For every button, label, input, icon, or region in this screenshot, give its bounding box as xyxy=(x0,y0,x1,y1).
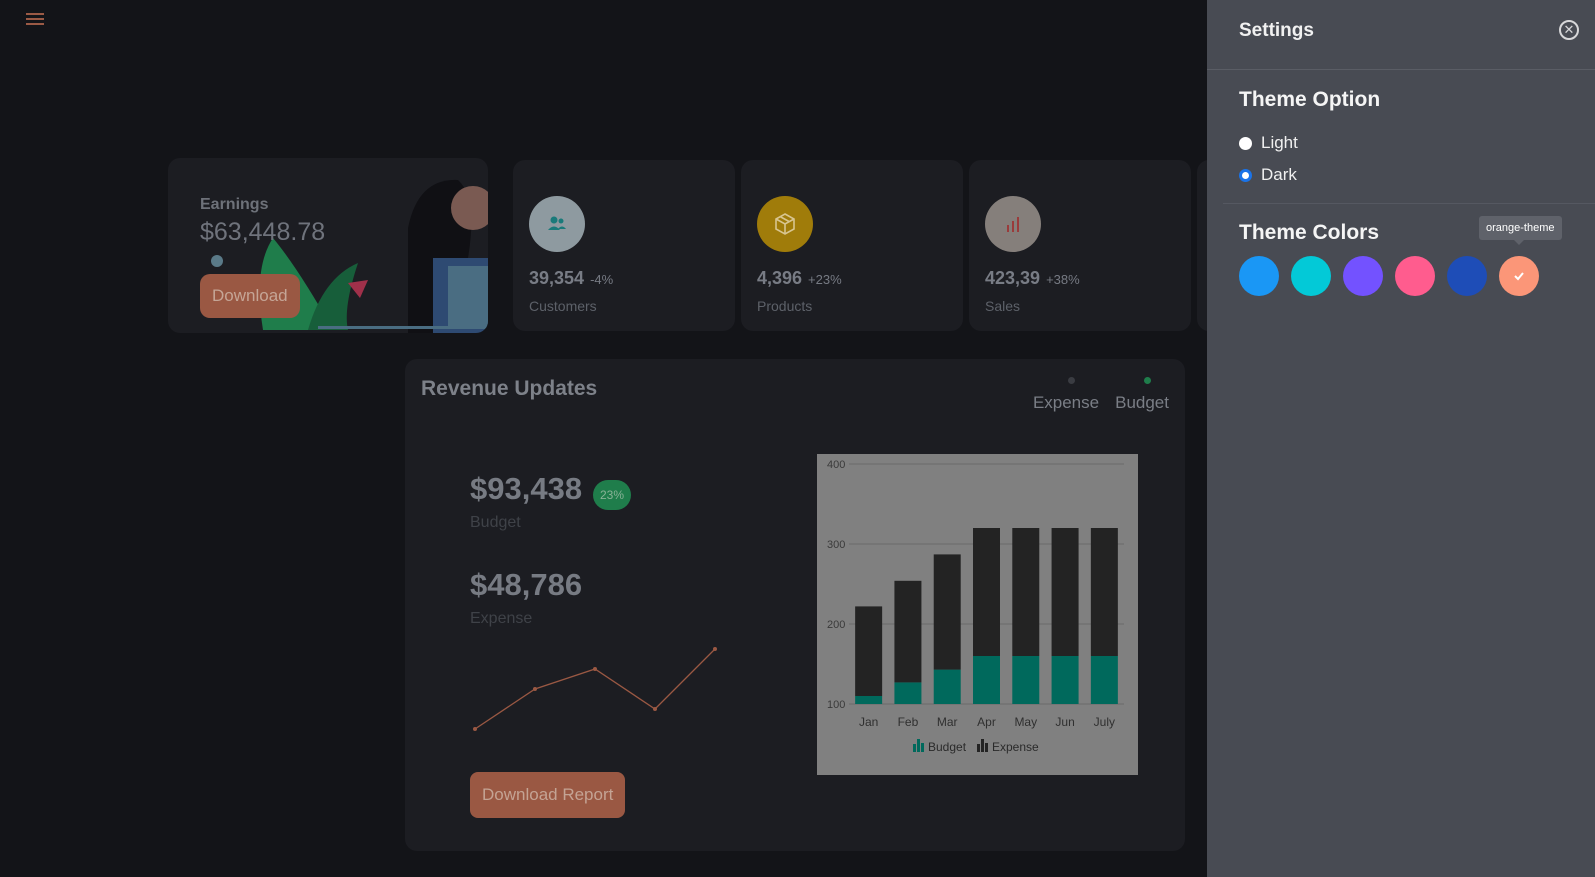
sparkline-point xyxy=(593,667,597,671)
earnings-card: Earnings $63,448.78 Download xyxy=(168,158,488,333)
sales-value: 423,39 +38% xyxy=(985,268,1080,288)
download-report-button[interactable]: Download Report xyxy=(470,772,626,818)
earnings-amount: $63,448.78 xyxy=(200,218,326,246)
expense-label: Expense xyxy=(470,610,533,627)
customers-value: 39,354 -4% xyxy=(529,268,614,288)
customers-icon xyxy=(529,196,585,252)
bar-budget xyxy=(855,696,883,704)
box-icon xyxy=(757,196,813,252)
close-icon[interactable]: ✕ xyxy=(1559,20,1579,40)
stacked-bar-chart: 100 200 300 400 Jan Feb Mar Apr May Jun July Budget… xyxy=(817,454,1138,775)
sparkline-point xyxy=(713,647,717,651)
swatch-blue-theme[interactable] xyxy=(1239,256,1279,296)
chart-legend-expense: Expense xyxy=(977,739,1039,754)
y-tick-label: 400 xyxy=(827,459,845,471)
sparkline-chart xyxy=(473,647,717,731)
bar-budget xyxy=(1012,656,1040,704)
revenue-title: Revenue Updates xyxy=(421,377,598,400)
chart-legend-label: Expense xyxy=(992,740,1039,754)
customers-label: Customers xyxy=(529,298,597,314)
y-tick-label: 300 xyxy=(827,539,845,551)
x-tick-label: Apr xyxy=(977,715,996,729)
bar-expense xyxy=(894,580,922,683)
products-change: +23% xyxy=(808,272,842,287)
customers-change: -4% xyxy=(590,272,614,287)
sparkline-point xyxy=(653,707,657,711)
swatch-orange-theme[interactable] xyxy=(1499,256,1539,296)
chart-legend-budget: Budget xyxy=(913,739,967,754)
radio-dark[interactable]: Dark xyxy=(1239,165,1297,185)
earnings-label: Earnings xyxy=(200,196,269,213)
y-tick-label: 100 xyxy=(827,699,845,711)
legend-dot-budget xyxy=(1143,377,1151,384)
bar-expense xyxy=(1051,528,1079,656)
stat-card-partial xyxy=(1197,160,1207,331)
theme-color-swatches xyxy=(1239,256,1539,296)
revenue-card: Revenue Updates Expense Budget $93,438 2… xyxy=(405,359,1185,851)
bar-budget xyxy=(973,656,1000,704)
sparkline-point xyxy=(533,687,537,691)
theme-colors-title: Theme Colors xyxy=(1239,221,1380,244)
settings-title: Settings xyxy=(1239,20,1314,41)
x-tick-label: July xyxy=(1094,715,1115,729)
radio-dark-button[interactable] xyxy=(1239,168,1252,182)
sparkline-line xyxy=(474,648,716,730)
stat-card-products: 4,396 +23% Products xyxy=(741,160,963,331)
sales-label: Sales xyxy=(985,298,1021,314)
products-value: 4,396 +23% xyxy=(757,268,842,288)
expense-amount: $48,786 xyxy=(470,567,583,602)
bar-budget xyxy=(933,669,961,704)
swatch-pink-theme[interactable] xyxy=(1395,256,1435,296)
swatch-purple-theme[interactable] xyxy=(1343,256,1383,296)
x-tick-label: Jun xyxy=(1055,715,1074,729)
settings-panel: Settings ✕ Theme Option Light Dark Theme… xyxy=(1207,0,1595,877)
legend-expense: Expense xyxy=(1033,377,1099,413)
swatch-tooltip: orange-theme xyxy=(1479,216,1562,245)
download-button[interactable]: Download xyxy=(200,274,300,318)
y-tick-label: 200 xyxy=(827,619,845,631)
budget-amount: $93,438 xyxy=(470,471,583,506)
bar-chart-icon xyxy=(985,196,1041,252)
stat-card-sales: 423,39 +38% Sales xyxy=(969,160,1191,331)
revenue-legend: Expense Budget xyxy=(1033,377,1169,413)
menu-icon[interactable] xyxy=(26,10,44,26)
settings-divider xyxy=(1223,203,1595,204)
x-tick-label: May xyxy=(1014,715,1037,729)
legend-dot-expense xyxy=(1067,377,1075,384)
settings-header: Settings ✕ xyxy=(1207,0,1595,70)
chart-legend-label: Budget xyxy=(928,740,967,754)
swatch-indigo-theme[interactable] xyxy=(1447,256,1487,296)
legend-budget: Budget xyxy=(1115,377,1169,413)
bar-chart-svg: 100 200 300 400 Jan Feb Mar Apr May Jun July Budget… xyxy=(827,459,1124,754)
bar-expense xyxy=(933,554,961,670)
bar-budget xyxy=(1051,656,1079,704)
swatch-cyan-theme[interactable] xyxy=(1291,256,1331,296)
sales-change: +38% xyxy=(1046,272,1080,287)
x-tick-label: Jan xyxy=(859,715,878,729)
x-tick-label: Feb xyxy=(898,715,919,729)
bar-expense xyxy=(855,606,883,696)
sparkline-point xyxy=(473,727,477,731)
products-label: Products xyxy=(757,298,813,314)
budget-badge: 23% xyxy=(593,480,632,510)
bar-expense xyxy=(1012,528,1040,656)
bar-budget xyxy=(894,682,922,704)
stat-card-customers: 39,354 -4% Customers xyxy=(513,160,735,331)
radio-light-button[interactable] xyxy=(1239,136,1252,150)
bar-expense xyxy=(1090,528,1118,656)
x-tick-label: Mar xyxy=(937,715,958,729)
dashboard-main: Earnings $63,448.78 Download 39,354 -4% C… xyxy=(0,0,1207,877)
bar-expense xyxy=(973,528,1000,656)
theme-option-title: Theme Option xyxy=(1239,88,1381,111)
bar-budget xyxy=(1090,656,1118,704)
check-icon xyxy=(1514,272,1524,281)
radio-light[interactable]: Light xyxy=(1239,133,1298,153)
budget-label: Budget xyxy=(470,514,521,531)
